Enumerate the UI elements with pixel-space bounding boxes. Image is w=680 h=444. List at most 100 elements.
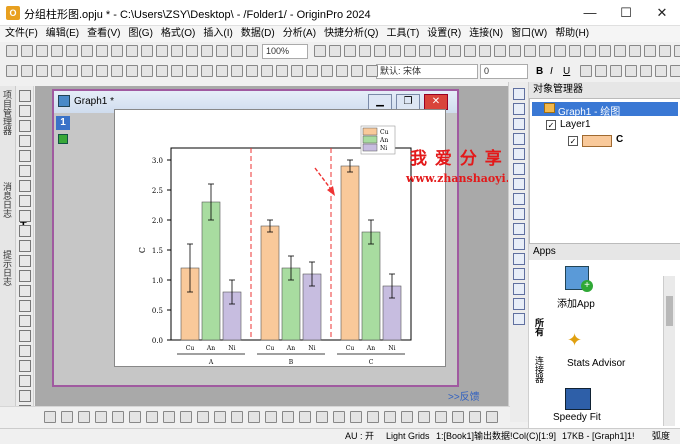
tb2-tool-icon-25[interactable]: [580, 65, 592, 77]
tb1-tool-icon-4[interactable]: [66, 45, 78, 57]
left-tool-icon-1[interactable]: [19, 105, 31, 117]
tb1-tool-icon-18[interactable]: [329, 45, 341, 57]
tb1-tool-icon-11[interactable]: [171, 45, 183, 57]
tb1-tool-icon-0[interactable]: [6, 45, 18, 57]
menu-item-5[interactable]: 插入(I): [200, 26, 235, 42]
menu-item-11[interactable]: 连接(N): [466, 26, 506, 42]
tb2-tool-icon-12[interactable]: [186, 65, 198, 77]
bottom-tool-icon[interactable]: [146, 411, 158, 423]
left-tool-icon-18[interactable]: [19, 360, 31, 372]
tb2-tool-icon-16[interactable]: [246, 65, 258, 77]
tb1-tool-icon-3[interactable]: [51, 45, 63, 57]
stats-advisor-icon[interactable]: ✦: [567, 330, 582, 351]
left-tool-icon-3[interactable]: [19, 135, 31, 147]
bottom-tool-icon[interactable]: [197, 411, 209, 423]
tb2-tool-icon-5[interactable]: [81, 65, 93, 77]
left-tool-icon-20[interactable]: [19, 390, 31, 402]
feedback-link[interactable]: >>反馈: [448, 388, 480, 403]
graph-tool-icon-1[interactable]: [513, 103, 525, 115]
graph-tool-icon-5[interactable]: [513, 163, 525, 175]
tb1-tool-icon-20[interactable]: [359, 45, 371, 57]
tb1-tool-icon-14[interactable]: [216, 45, 228, 57]
plot-checkbox[interactable]: ✓: [568, 136, 578, 146]
tb2-tool-icon-21[interactable]: [321, 65, 333, 77]
tb1-tool-icon-32[interactable]: [539, 45, 551, 57]
tb1-tool-icon-9[interactable]: [141, 45, 153, 57]
graph-tool-icon-13[interactable]: [513, 283, 525, 295]
tb2-tool-icon-28[interactable]: [625, 65, 637, 77]
tb1-tool-icon-39[interactable]: [644, 45, 656, 57]
graph-maximize-button[interactable]: ❐: [396, 94, 420, 110]
maximize-button[interactable]: ☐: [608, 0, 644, 26]
zoom-combo[interactable]: 100%: [262, 44, 308, 59]
bottom-tool-icon[interactable]: [384, 411, 396, 423]
bottom-tool-icon[interactable]: [418, 411, 430, 423]
bottom-tool-icon[interactable]: [61, 411, 73, 423]
menu-item-7[interactable]: 分析(A): [280, 26, 319, 42]
tb1-tool-icon-35[interactable]: [584, 45, 596, 57]
bottom-tool-icon[interactable]: [469, 411, 481, 423]
tb1-tool-icon-12[interactable]: [186, 45, 198, 57]
tb1-tool-icon-30[interactable]: [509, 45, 521, 57]
tb2-tool-icon-30[interactable]: [655, 65, 667, 77]
tb1-tool-icon-24[interactable]: [419, 45, 431, 57]
bottom-tool-icon[interactable]: [435, 411, 447, 423]
tb2-tool-icon-18[interactable]: [276, 65, 288, 77]
menu-item-4[interactable]: 格式(O): [158, 26, 198, 42]
graph-tool-icon-3[interactable]: [513, 133, 525, 145]
bottom-tool-icon[interactable]: [316, 411, 328, 423]
tree-item-layer1[interactable]: Layer1: [560, 119, 591, 130]
left-tool-icon-14[interactable]: [19, 300, 31, 312]
tb2-tool-icon-14[interactable]: [216, 65, 228, 77]
menu-item-13[interactable]: 帮助(H): [552, 26, 592, 42]
tb1-tool-icon-2[interactable]: [36, 45, 48, 57]
left-tool-icon-13[interactable]: [19, 285, 31, 297]
left-tool-icon-7[interactable]: [19, 195, 31, 207]
menu-item-2[interactable]: 查看(V): [84, 26, 123, 42]
tb1-tool-icon-13[interactable]: [201, 45, 213, 57]
tb2-tool-icon-9[interactable]: [141, 65, 153, 77]
tab-message-log[interactable]: 消息日志: [2, 182, 14, 218]
tb1-tool-icon-28[interactable]: [479, 45, 491, 57]
left-tool-icon-8[interactable]: [19, 210, 31, 222]
graph-tool-icon-8[interactable]: [513, 208, 525, 220]
left-tool-icon-17[interactable]: [19, 345, 31, 357]
minimize-button[interactable]: —: [572, 0, 608, 26]
graph-tool-icon-10[interactable]: [513, 238, 525, 250]
tb1-tool-icon-5[interactable]: [81, 45, 93, 57]
tb1-tool-icon-26[interactable]: [449, 45, 461, 57]
left-tool-icon-2[interactable]: [19, 120, 31, 132]
speedy-fit-label[interactable]: Speedy Fit: [553, 412, 601, 423]
bottom-tool-icon[interactable]: [248, 411, 260, 423]
italic-button[interactable]: I: [550, 66, 553, 77]
tab-hint-log[interactable]: 提示日志: [2, 250, 14, 286]
apps-tab-all[interactable]: 所有: [533, 318, 546, 336]
tb2-tool-icon-0[interactable]: [6, 65, 18, 77]
left-tool-icon-4[interactable]: [19, 150, 31, 162]
left-tool-icon-5[interactable]: [19, 165, 31, 177]
left-tool-icon-10[interactable]: [19, 240, 31, 252]
layer-checkbox[interactable]: ✓: [546, 120, 556, 130]
bottom-tool-icon[interactable]: [163, 411, 175, 423]
graph-tool-icon-15[interactable]: [513, 313, 525, 325]
tb2-tool-icon-1[interactable]: [21, 65, 33, 77]
bottom-tool-icon[interactable]: [452, 411, 464, 423]
tb1-tool-icon-33[interactable]: [554, 45, 566, 57]
left-tool-icon-15[interactable]: [19, 315, 31, 327]
tb1-tool-icon-27[interactable]: [464, 45, 476, 57]
bold-button[interactable]: B: [536, 66, 543, 77]
tb2-tool-icon-26[interactable]: [595, 65, 607, 77]
tb1-tool-icon-40[interactable]: [659, 45, 671, 57]
tb2-tool-icon-10[interactable]: [156, 65, 168, 77]
tb1-tool-icon-37[interactable]: [614, 45, 626, 57]
tb1-tool-icon-16[interactable]: [246, 45, 258, 57]
bottom-tool-icon[interactable]: [214, 411, 226, 423]
bottom-tool-icon[interactable]: [401, 411, 413, 423]
tb2-tool-icon-31[interactable]: [670, 65, 680, 77]
menu-item-9[interactable]: 工具(T): [384, 26, 423, 42]
tree-item-graph1[interactable]: Graph1 - 绘图: [558, 103, 620, 118]
tb1-tool-icon-29[interactable]: [494, 45, 506, 57]
graph-tool-icon-7[interactable]: [513, 193, 525, 205]
bottom-tool-icon[interactable]: [112, 411, 124, 423]
tb2-tool-icon-7[interactable]: [111, 65, 123, 77]
